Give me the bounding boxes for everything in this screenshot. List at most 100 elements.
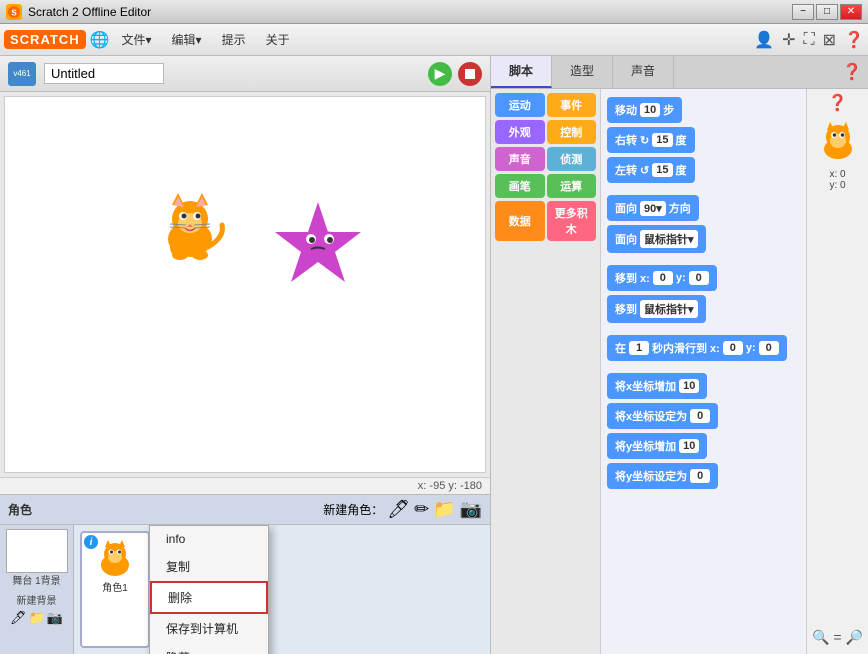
scripts-tabs: 脚本 造型 声音 ❓ bbox=[491, 56, 868, 89]
tab-costumes[interactable]: 造型 bbox=[552, 56, 613, 88]
toolbar-right: 👤 ✛ ⛶ ⊠ ❓ bbox=[754, 30, 864, 50]
cat-events[interactable]: 事件 bbox=[547, 93, 597, 117]
block-turn-left-label: 左转 ↺ bbox=[615, 162, 649, 178]
cursor-icon[interactable]: ✛ bbox=[782, 30, 795, 50]
sprite-panel-label: 角色 bbox=[8, 501, 32, 518]
stage-icon: v461 bbox=[8, 62, 36, 86]
zoom-in-icon[interactable]: 🔍 bbox=[812, 629, 829, 646]
cat-row-1: 运动 事件 bbox=[495, 93, 596, 117]
block-glide[interactable]: 在 1 秒内滑行到 x: 0 y: 0 bbox=[607, 335, 787, 361]
block-add-y[interactable]: 将y坐标增加 10 bbox=[607, 433, 707, 459]
upload-bg-icon[interactable]: 📁 bbox=[29, 610, 45, 626]
help-question-icon[interactable]: ❓ bbox=[836, 56, 868, 88]
context-menu: info 复制 删除 保存到计算机 隐藏 bbox=[149, 525, 269, 654]
paint-bg-icon[interactable]: 🖊 bbox=[10, 610, 27, 626]
context-menu-info[interactable]: info bbox=[150, 526, 268, 552]
block-face-dir-label: 面向 bbox=[615, 200, 637, 216]
zoom-out-icon[interactable]: 🔎 bbox=[846, 629, 863, 646]
stage-title-input[interactable] bbox=[44, 63, 164, 84]
tab-scripts[interactable]: 脚本 bbox=[491, 56, 552, 88]
context-menu-hide[interactable]: 隐藏 bbox=[150, 643, 268, 654]
about-menu[interactable]: 关于 bbox=[258, 27, 298, 52]
help-icon[interactable]: ❓ bbox=[844, 30, 864, 50]
block-face-dir-suffix: 方向 bbox=[669, 200, 691, 216]
block-goto-pointer-label: 移到 bbox=[615, 301, 637, 317]
cat-operators[interactable]: 运算 bbox=[547, 174, 597, 198]
block-goto-xval: 0 bbox=[653, 271, 673, 285]
block-turn-right[interactable]: 右转 ↻ 15 度 bbox=[607, 127, 695, 153]
block-workspace: 移动 10 步 右转 ↻ 15 度 左转 ↺ 15 度 bbox=[601, 89, 806, 654]
edit-menu[interactable]: 编辑▾ bbox=[164, 27, 210, 52]
block-setx-to[interactable]: 将x坐标设定为 0 bbox=[607, 403, 718, 429]
sprite-items: i 角色1 bbox=[74, 525, 490, 654]
context-menu-delete[interactable]: 删除 bbox=[150, 581, 268, 614]
stage-area: v461 ▶ bbox=[0, 56, 490, 654]
scene-label: 舞台 1背景 bbox=[12, 575, 60, 588]
close-button[interactable]: ✕ bbox=[840, 4, 862, 20]
block-face-dir[interactable]: 面向 90▾ 方向 bbox=[607, 195, 699, 221]
block-set-x[interactable]: 将x坐标增加 10 bbox=[607, 373, 707, 399]
block-face-toward[interactable]: 面向 鼠标指针▾ bbox=[607, 225, 706, 253]
new-sprite-area: 新建角色： 🖊 ✏ 📁 📷 bbox=[323, 499, 482, 520]
shrink-icon[interactable]: ⊠ bbox=[823, 30, 836, 50]
maximize-button[interactable]: □ bbox=[816, 4, 838, 20]
app-title: Scratch 2 Offline Editor bbox=[28, 5, 151, 19]
language-button[interactable]: 🌐 bbox=[90, 30, 110, 50]
titlebar-controls[interactable]: − □ ✕ bbox=[792, 4, 862, 20]
block-goto-xy[interactable]: 移到 x: 0 y: 0 bbox=[607, 265, 717, 291]
cat-more[interactable]: 更多积木 bbox=[547, 201, 597, 241]
stage-title-area: v461 bbox=[8, 62, 164, 86]
cat-sensing[interactable]: 侦测 bbox=[547, 147, 597, 171]
paint-sprite-icon[interactable]: 🖊 bbox=[387, 499, 410, 520]
upload-sprite-icon[interactable]: ✏ bbox=[414, 499, 429, 520]
block-turn-left-value: 15 bbox=[652, 163, 672, 177]
camera-sprite-icon[interactable]: 📷 bbox=[460, 499, 482, 520]
file-menu[interactable]: 文件▾ bbox=[114, 27, 160, 52]
scratch-logo: SCRATCH bbox=[4, 30, 86, 49]
help-icon-right[interactable]: ❓ bbox=[828, 93, 848, 113]
main-layout: v461 ▶ bbox=[0, 56, 868, 654]
stage-coords: x: -95 y: -180 bbox=[0, 477, 490, 494]
stage-canvas[interactable] bbox=[4, 96, 486, 473]
zoom-reset-icon[interactable]: = bbox=[833, 629, 841, 646]
new-bg-label[interactable]: 新建背景 bbox=[17, 592, 57, 607]
cat-data[interactable]: 数据 bbox=[495, 201, 545, 241]
sprite-y-coord: y: 0 bbox=[829, 180, 845, 191]
block-turn-left[interactable]: 左转 ↺ 15 度 bbox=[607, 157, 695, 183]
cat-pen[interactable]: 画笔 bbox=[495, 174, 545, 198]
fullscreen-icon[interactable]: ⛶ bbox=[803, 31, 814, 49]
green-flag-button[interactable]: ▶ bbox=[428, 62, 452, 86]
block-goto-yval: 0 bbox=[689, 271, 709, 285]
block-move-value: 10 bbox=[640, 103, 660, 117]
stop-button[interactable] bbox=[458, 62, 482, 86]
sprite-info-cat bbox=[812, 117, 864, 163]
block-goto-pointer[interactable]: 移到 鼠标指针▾ bbox=[607, 295, 706, 323]
block-add-y-value: 10 bbox=[679, 439, 699, 453]
block-face-toward-value: 鼠标指针▾ bbox=[640, 230, 698, 248]
photo-sprite-icon[interactable]: 📁 bbox=[433, 499, 455, 520]
cat-looks[interactable]: 外观 bbox=[495, 120, 545, 144]
cat-row-2: 外观 控制 bbox=[495, 120, 596, 144]
tab-sounds[interactable]: 声音 bbox=[613, 56, 674, 88]
camera-bg-icon[interactable]: 📷 bbox=[47, 610, 63, 626]
block-add-y-label: 将y坐标增加 bbox=[615, 438, 676, 454]
block-sety-to[interactable]: 将y坐标设定为 0 bbox=[607, 463, 718, 489]
context-menu-copy[interactable]: 复制 bbox=[150, 552, 268, 581]
cat-row-3: 声音 侦测 bbox=[495, 147, 596, 171]
cat-motion[interactable]: 运动 bbox=[495, 93, 545, 117]
sprite-x-coord: x: 0 bbox=[829, 169, 845, 180]
cat-row-5: 数据 更多积木 bbox=[495, 201, 596, 241]
sprite-item-1[interactable]: i 角色1 bbox=[80, 531, 150, 648]
context-menu-save[interactable]: 保存到计算机 bbox=[150, 614, 268, 643]
tips-menu[interactable]: 提示 bbox=[214, 27, 254, 52]
sprite-panel-header: 角色 新建角色： 🖊 ✏ 📁 📷 bbox=[0, 495, 490, 525]
block-glide-ylabel: y: bbox=[746, 342, 756, 354]
minimize-button[interactable]: − bbox=[792, 4, 814, 20]
cat-sound[interactable]: 声音 bbox=[495, 147, 545, 171]
block-move[interactable]: 移动 10 步 bbox=[607, 97, 682, 123]
scripts-panel: 脚本 造型 声音 ❓ 运动 事件 外观 控制 声音 侦测 bbox=[490, 56, 868, 654]
sprite-info-badge[interactable]: i bbox=[84, 535, 98, 549]
block-move-suffix: 步 bbox=[663, 102, 674, 118]
cat-control[interactable]: 控制 bbox=[547, 120, 597, 144]
add-sprite-icon[interactable]: 👤 bbox=[754, 30, 774, 50]
